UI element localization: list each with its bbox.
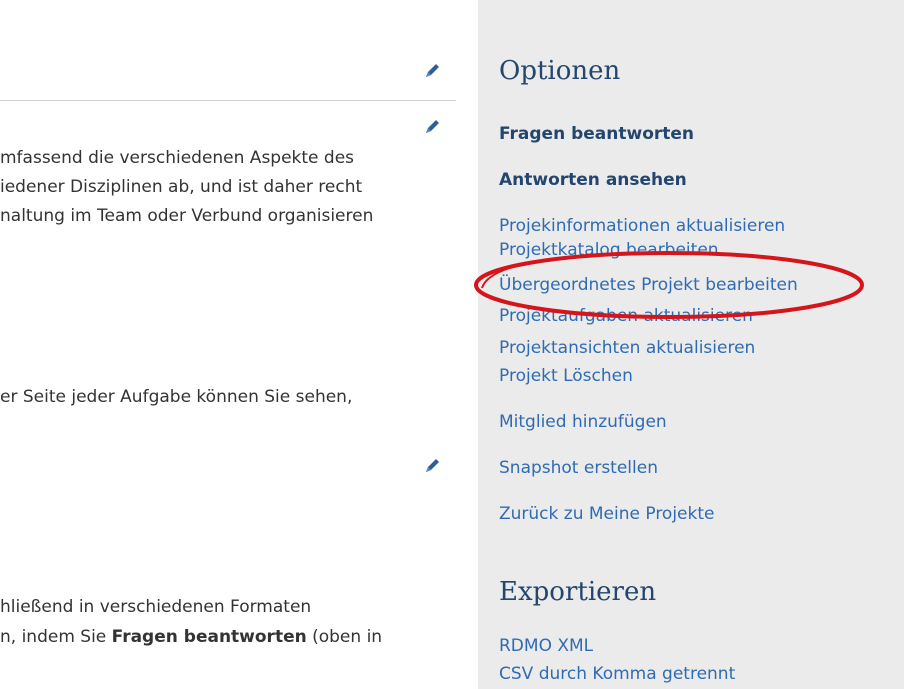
description-line: naltung im Team oder Verbund organisiere… [0,206,374,226]
update-project-views-link[interactable]: Projektansichten aktualisieren [499,338,755,358]
update-project-tasks-link[interactable]: Projektaufgaben aktualisieren [499,306,753,326]
description-line: iedener Disziplinen ab, und ist daher re… [0,177,363,197]
pencil-icon[interactable] [423,62,441,80]
view-answers-link[interactable]: Antworten ansehen [499,170,687,190]
text-fragment: n, indem Sie [0,627,112,647]
description-line: mfassend die verschiedenen Aspekte des [0,148,355,168]
pencil-icon[interactable] [423,118,441,136]
export-csv-comma-link[interactable]: CSV durch Komma getrennt [499,664,735,684]
answer-questions-mention: Fragen beantworten [111,627,307,647]
create-snapshot-link[interactable]: Snapshot erstellen [499,458,658,478]
answer-questions-link[interactable]: Fragen beantworten [499,124,694,144]
page: mfassend die verschiedenen Aspekte des i… [0,0,904,689]
export-heading: Exportieren [499,577,657,607]
delete-project-link[interactable]: Projekt Löschen [499,366,633,386]
add-member-link[interactable]: Mitglied hinzufügen [499,412,667,432]
export-description: n, indem Sie Fragen beantworten (oben in [0,623,382,652]
export-rdmo-xml-link[interactable]: RDMO XML [499,636,593,656]
update-project-info-link[interactable]: Projekinformationen aktualisieren [499,216,785,236]
tasks-description: er Seite jeder Aufgabe können Sie sehen, [0,387,353,407]
edit-project-catalog-link[interactable]: Projektkatalog bearbeiten [499,240,719,260]
export-description: hließend in verschiedenen Formaten [0,597,312,617]
edit-parent-project-link[interactable]: Übergeordnetes Projekt bearbeiten [499,275,798,295]
text-fragment: (oben in [306,627,383,647]
sidebar: Optionen Fragen beantworten Antworten an… [478,0,904,689]
pencil-icon[interactable] [423,457,441,475]
section-divider [0,100,456,101]
main-content: mfassend die verschiedenen Aspekte des i… [0,0,478,689]
options-heading: Optionen [499,56,621,86]
back-to-my-projects-link[interactable]: Zurück zu Meine Projekte [499,504,715,524]
